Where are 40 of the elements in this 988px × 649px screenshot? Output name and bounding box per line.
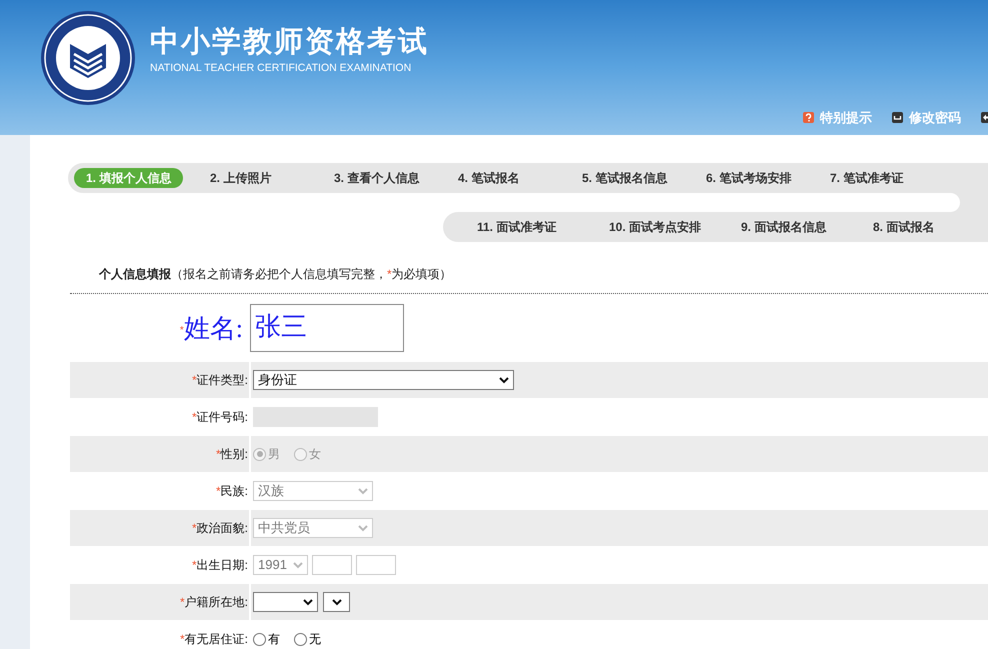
radio-label: 有 (268, 631, 280, 648)
required-mark: * (192, 372, 197, 389)
required-mark: * (192, 557, 197, 574)
step-tab[interactable]: 9. 面试报名信息 (729, 217, 838, 237)
field-label: 出生日期: (196, 557, 248, 574)
radio-label: 女 (309, 446, 321, 463)
name-input[interactable]: 张三 (250, 304, 404, 352)
step-tab[interactable]: 4. 笔试报名 (446, 168, 532, 188)
year-select[interactable]: 1991 (253, 555, 308, 575)
step-tab[interactable]: 7. 笔试准考证 (818, 168, 916, 188)
name-label: 姓名: (184, 312, 243, 344)
select-field[interactable]: 汉族 (253, 481, 373, 501)
field-label: 民族: (220, 483, 248, 500)
required-mark: * (180, 594, 185, 611)
field-label: 政治面貌: (196, 520, 248, 537)
site-title: 中小学教师资格考试 (150, 28, 429, 57)
radio-label: 男 (268, 446, 280, 463)
site-subtitle: NATIONAL TEACHER CERTIFICATION EXAMINATION (150, 60, 412, 76)
radio-label: 无 (309, 631, 321, 648)
required-mark: * (192, 409, 197, 426)
required-mark: * (180, 324, 184, 338)
step-tab[interactable]: 6. 笔试考场安排 (694, 168, 804, 188)
section-heading: 个人信息填报（报名之前请务必把个人信息填写完整，*为必填项） (99, 266, 453, 283)
step-tab[interactable]: 2. 上传照片 (198, 168, 284, 188)
select-field[interactable]: 身份证 (253, 370, 514, 390)
required-mark: * (216, 446, 221, 463)
step-tab[interactable]: 3. 查看个人信息 (322, 168, 432, 188)
required-mark: * (180, 631, 185, 648)
field-label: 户籍所在地: (184, 594, 248, 611)
step-tab[interactable]: 10. 面试考点安排 (597, 217, 714, 237)
select-field[interactable]: 中共党员 (253, 518, 373, 538)
field-label: 证件类型: (196, 372, 248, 389)
step-tab[interactable]: 5. 笔试报名信息 (570, 168, 680, 188)
field-label: 性别: (220, 446, 248, 463)
field-label: 证件号码: (196, 409, 248, 426)
required-mark: * (216, 483, 221, 500)
field-label: 有无居住证: (184, 631, 248, 648)
step-tab[interactable]: 11. 面试准考证 (465, 217, 568, 237)
step-tab[interactable]: 8. 面试报名 (861, 217, 946, 237)
required-mark: * (192, 520, 197, 537)
